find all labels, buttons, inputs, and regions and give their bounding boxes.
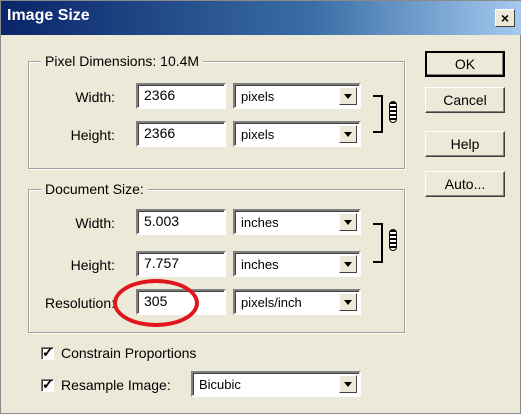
resample-image-checkbox[interactable] — [41, 376, 54, 393]
doc-width-label: Width: — [75, 215, 115, 231]
doc-height-label: Height: — [70, 257, 115, 273]
resample-method-select[interactable]: Bicubic — [191, 371, 361, 397]
pixel-height-input[interactable]: 2366 — [136, 121, 226, 147]
doc-width-unit-select[interactable]: inches — [233, 209, 361, 235]
pixel-width-input[interactable]: 2366 — [136, 83, 226, 109]
auto-button[interactable]: Auto... — [425, 171, 505, 197]
pixel-link-bracket — [373, 95, 383, 133]
chain-link-icon — [389, 101, 397, 123]
title-bar[interactable]: Image Size × — [1, 1, 521, 35]
constrain-proportions-label: Constrain Proportions — [61, 345, 197, 361]
constrain-proportions-checkbox[interactable] — [41, 344, 54, 361]
pixel-dimensions-legend: Pixel Dimensions: 10.4M — [41, 53, 204, 69]
doc-height-unit-select[interactable]: inches — [233, 251, 361, 277]
dropdown-arrow-icon[interactable] — [339, 87, 357, 105]
doc-link-bracket — [373, 223, 383, 263]
document-size-legend: Document Size: — [41, 181, 148, 197]
resample-image-label: Resample Image: — [61, 377, 171, 393]
dropdown-arrow-icon[interactable] — [339, 375, 357, 393]
doc-height-unit-value: inches — [241, 257, 279, 272]
resolution-label: Resolution: — [44, 295, 115, 311]
resolution-unit-value: pixels/inch — [241, 295, 302, 310]
pixel-dimensions-group — [28, 61, 405, 169]
cancel-button[interactable]: Cancel — [425, 87, 505, 113]
dropdown-arrow-icon[interactable] — [339, 213, 357, 231]
pixel-height-unit-value: pixels — [241, 127, 275, 142]
resample-method-value: Bicubic — [199, 377, 241, 392]
window-title: Image Size — [7, 7, 90, 24]
doc-width-input[interactable]: 5.003 — [136, 209, 226, 235]
pixel-width-label: Width: — [75, 89, 115, 105]
pixel-height-label: Height: — [70, 127, 115, 143]
dropdown-arrow-icon[interactable] — [339, 293, 357, 311]
pixel-height-unit-select[interactable]: pixels — [233, 121, 361, 147]
chain-link-icon — [389, 229, 397, 251]
close-button[interactable]: × — [495, 9, 515, 27]
pixel-width-unit-select[interactable]: pixels — [233, 83, 361, 109]
resolution-unit-select[interactable]: pixels/inch — [233, 289, 361, 315]
ok-button[interactable]: OK — [425, 51, 505, 77]
dropdown-arrow-icon[interactable] — [339, 125, 357, 143]
image-size-dialog: Image Size × Pixel Dimensions: 10.4M Wid… — [0, 0, 521, 414]
doc-height-input[interactable]: 7.757 — [136, 251, 226, 277]
doc-width-unit-value: inches — [241, 215, 279, 230]
highlight-circle — [113, 279, 199, 327]
pixel-width-unit-value: pixels — [241, 89, 275, 104]
help-button[interactable]: Help — [425, 131, 505, 157]
dropdown-arrow-icon[interactable] — [339, 255, 357, 273]
